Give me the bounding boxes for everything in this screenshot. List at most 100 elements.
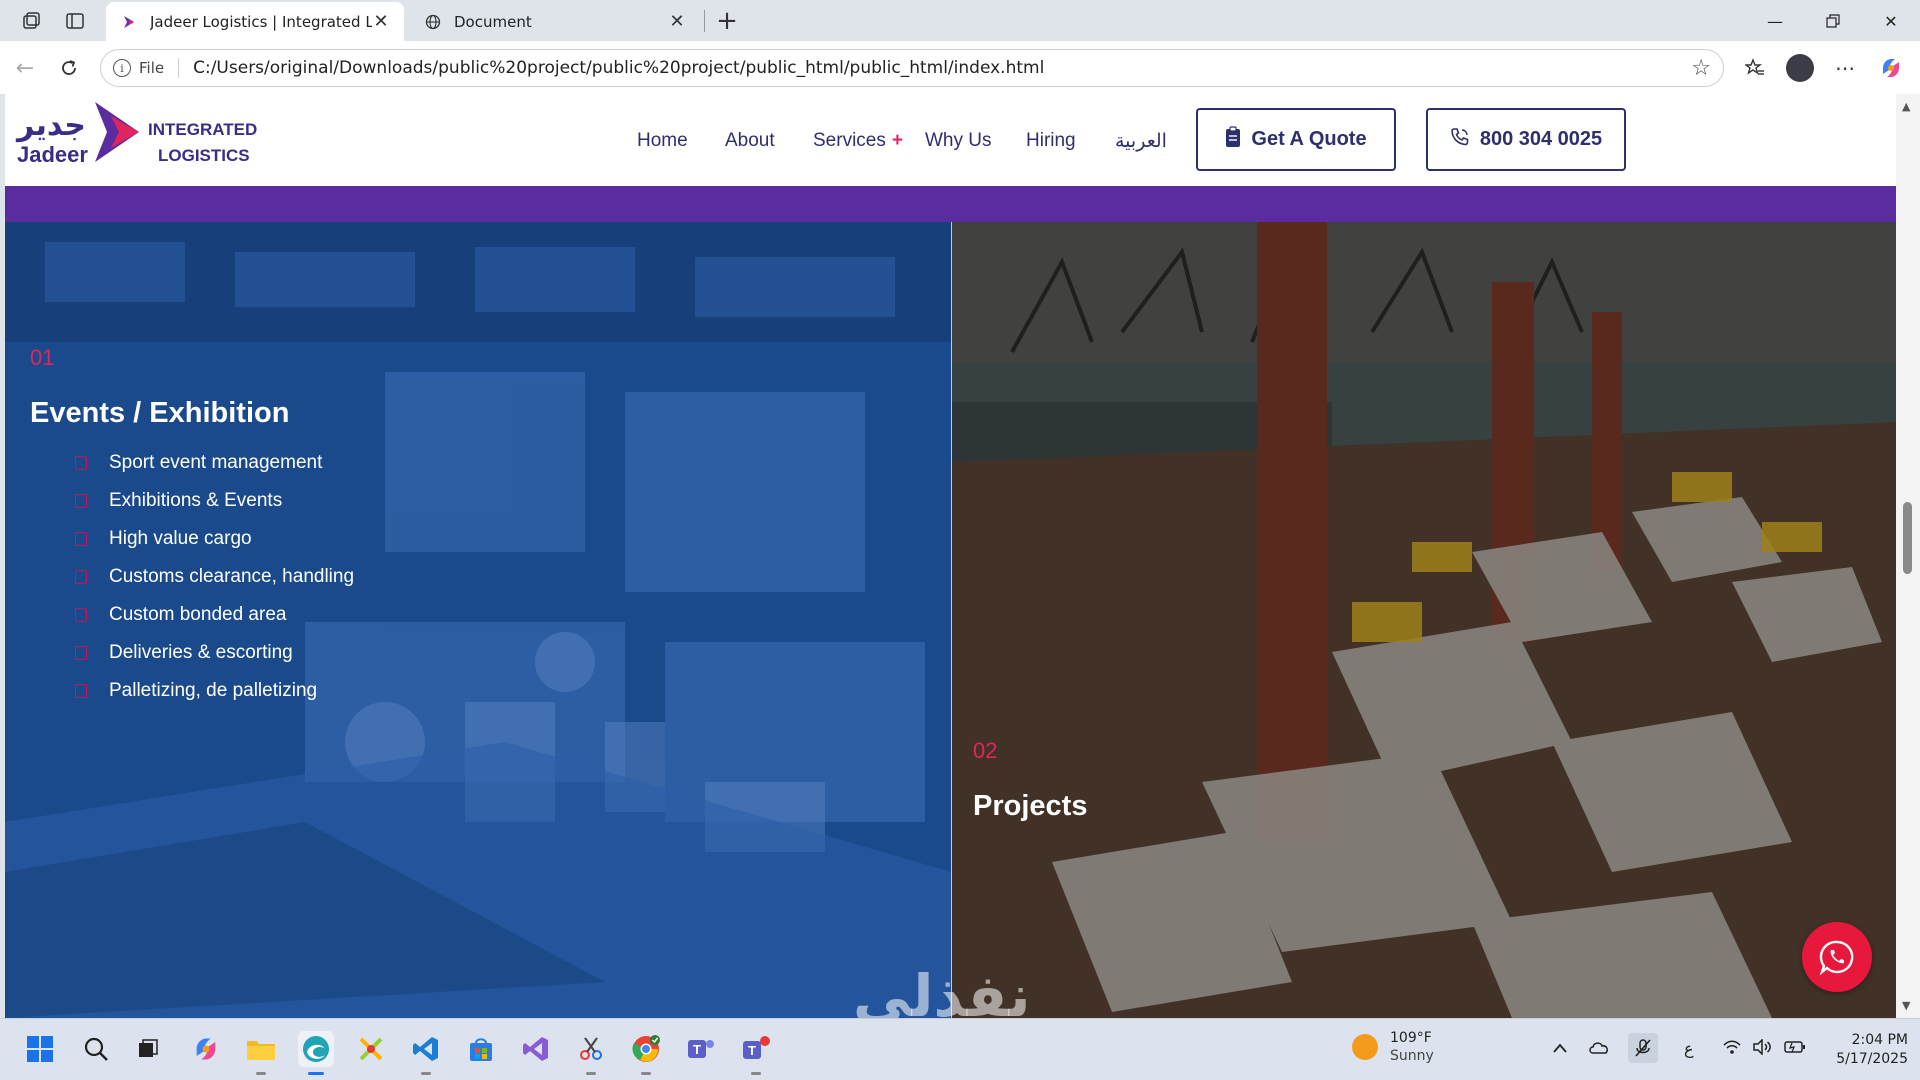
list-item: Customs clearance, handling: [75, 558, 354, 596]
nav-services[interactable]: Services +: [813, 130, 903, 152]
nav-arabic[interactable]: العربية: [1115, 130, 1167, 153]
new-tab-button[interactable]: +: [712, 6, 742, 36]
paint-app-icon[interactable]: [353, 1031, 389, 1067]
scroll-thumb[interactable]: [1903, 502, 1912, 574]
phone-button[interactable]: 800 304 0025: [1426, 108, 1626, 171]
close-tab-icon[interactable]: ✕: [668, 11, 686, 32]
back-button[interactable]: ←: [10, 53, 40, 83]
site-info-icon[interactable]: i: [113, 59, 131, 77]
restore-button[interactable]: [1808, 6, 1858, 36]
favorite-star-icon[interactable]: ☆: [1691, 56, 1711, 81]
list-item: Palletizing, de palletizing: [75, 672, 354, 710]
service-list: Sport event management Exhibitions & Eve…: [75, 444, 354, 710]
panel-title: Events / Exhibition: [30, 397, 290, 429]
nav-home[interactable]: Home: [637, 130, 688, 152]
snipping-tool-icon[interactable]: [573, 1031, 609, 1075]
weather-widget[interactable]: 109°F Sunny: [1352, 1029, 1434, 1065]
vscode-icon[interactable]: [408, 1031, 444, 1075]
edge-icon[interactable]: [298, 1031, 334, 1075]
list-item: Exhibitions & Events: [75, 482, 354, 520]
nav-hiring[interactable]: Hiring: [1026, 130, 1076, 152]
close-tab-icon[interactable]: ✕: [372, 11, 390, 32]
wifi-icon[interactable]: [1722, 1039, 1742, 1059]
bullet-box-icon: [75, 608, 87, 622]
services-expand-plus[interactable]: +: [892, 130, 903, 151]
site-header: جدير Jadeer INTEGRATED LOGISTICS Home Ab…: [5, 94, 1896, 186]
web-page: جدير Jadeer INTEGRATED LOGISTICS Home Ab…: [5, 94, 1896, 1018]
tab-document[interactable]: Document ✕: [410, 2, 700, 41]
jadeer-favicon-icon: [120, 13, 138, 31]
refresh-button[interactable]: [54, 53, 84, 83]
tab-jadeer[interactable]: Jadeer Logistics | Integrated Logis ✕: [106, 2, 404, 41]
scroll-down-arrow-icon[interactable]: ▼: [1902, 999, 1910, 1012]
cargo-ship-image: [952, 222, 1896, 1018]
weather-condition: Sunny: [1390, 1048, 1434, 1064]
running-indicator: [641, 1072, 651, 1075]
minimize-button[interactable]: —: [1750, 6, 1800, 36]
url-scheme-label: File: [139, 59, 165, 77]
logo-arabic-text: جدير: [17, 108, 86, 143]
url-bar[interactable]: i File C:/Users/original/Downloads/publi…: [100, 49, 1724, 87]
bullet-box-icon: [75, 456, 87, 470]
logo-line2: LOGISTICS: [158, 146, 250, 165]
store-icon[interactable]: [463, 1031, 499, 1067]
onedrive-icon[interactable]: [1588, 1039, 1610, 1058]
nav-why-us[interactable]: Why Us: [925, 130, 992, 152]
microphone-muted-icon[interactable]: [1628, 1033, 1658, 1063]
svg-text:T: T: [693, 1042, 701, 1057]
profile-avatar[interactable]: [1786, 54, 1814, 82]
task-view-icon[interactable]: [130, 1031, 166, 1067]
close-window-button[interactable]: ✕: [1866, 6, 1916, 36]
more-menu-icon[interactable]: ⋯: [1830, 53, 1860, 83]
list-item: Deliveries & escorting: [75, 634, 354, 672]
scroll-up-arrow-icon[interactable]: ▲: [1902, 100, 1910, 113]
running-indicator: [256, 1072, 266, 1075]
page-scrollbar[interactable]: ▲ ▼: [1896, 94, 1920, 1018]
whatsapp-button[interactable]: [1802, 922, 1872, 992]
browser-tab-bar: Jadeer Logistics | Integrated Logis ✕ Do…: [0, 0, 1920, 41]
copilot-taskbar-icon[interactable]: [188, 1031, 224, 1067]
nav-services-label: Services: [813, 130, 886, 151]
search-icon[interactable]: [78, 1031, 114, 1067]
bullet-box-icon: [75, 684, 87, 698]
volume-icon[interactable]: [1752, 1038, 1772, 1059]
jadeer-logo[interactable]: جدير Jadeer INTEGRATED LOGISTICS: [13, 98, 263, 178]
panel-title: Projects: [973, 790, 1088, 822]
file-explorer-icon[interactable]: [243, 1031, 279, 1075]
teams-icon[interactable]: T: [683, 1031, 719, 1067]
tab-title: Document: [454, 12, 532, 31]
running-indicator: [586, 1072, 596, 1075]
workspaces-icon[interactable]: [18, 8, 44, 34]
url-divider: [178, 58, 180, 78]
panel-projects: 02 Projects: [952, 222, 1896, 1018]
copilot-icon[interactable]: [1876, 53, 1906, 83]
running-indicator: [308, 1072, 324, 1075]
input-language[interactable]: ع: [1684, 1039, 1694, 1058]
windows-logo-icon: [27, 1036, 53, 1062]
get-a-quote-button[interactable]: Get A Quote: [1196, 108, 1396, 171]
address-toolbar: ← i File C:/Users/original/Downloads/pub…: [0, 41, 1920, 94]
system-clock[interactable]: 2:04 PM 5/17/2025: [1820, 1031, 1908, 1069]
logo-line1: INTEGRATED: [148, 120, 258, 139]
favorites-icon[interactable]: [1740, 53, 1770, 83]
panel-number: 02: [973, 738, 998, 763]
logo-latin-text: Jadeer: [17, 142, 88, 167]
globe-icon: [424, 13, 442, 31]
clipboard-icon: [1225, 125, 1241, 154]
tray-overflow-icon[interactable]: [1552, 1039, 1568, 1058]
bullet-box-icon: [75, 646, 87, 660]
running-indicator: [751, 1072, 761, 1075]
list-item: Custom bonded area: [75, 596, 354, 634]
bullet-box-icon: [75, 494, 87, 508]
bullet-box-icon: [75, 570, 87, 584]
clock-date: 5/17/2025: [1836, 1051, 1908, 1067]
url-text[interactable]: C:/Users/original/Downloads/public%20pro…: [193, 58, 1044, 78]
chrome-icon[interactable]: [628, 1031, 664, 1075]
tab-actions-icon[interactable]: [62, 8, 88, 34]
battery-icon[interactable]: [1784, 1039, 1806, 1058]
start-button[interactable]: [22, 1031, 58, 1067]
teams-work-icon[interactable]: T: [738, 1031, 774, 1075]
visual-studio-icon[interactable]: [518, 1031, 554, 1067]
nav-about[interactable]: About: [725, 130, 775, 152]
sun-icon: [1352, 1034, 1378, 1060]
